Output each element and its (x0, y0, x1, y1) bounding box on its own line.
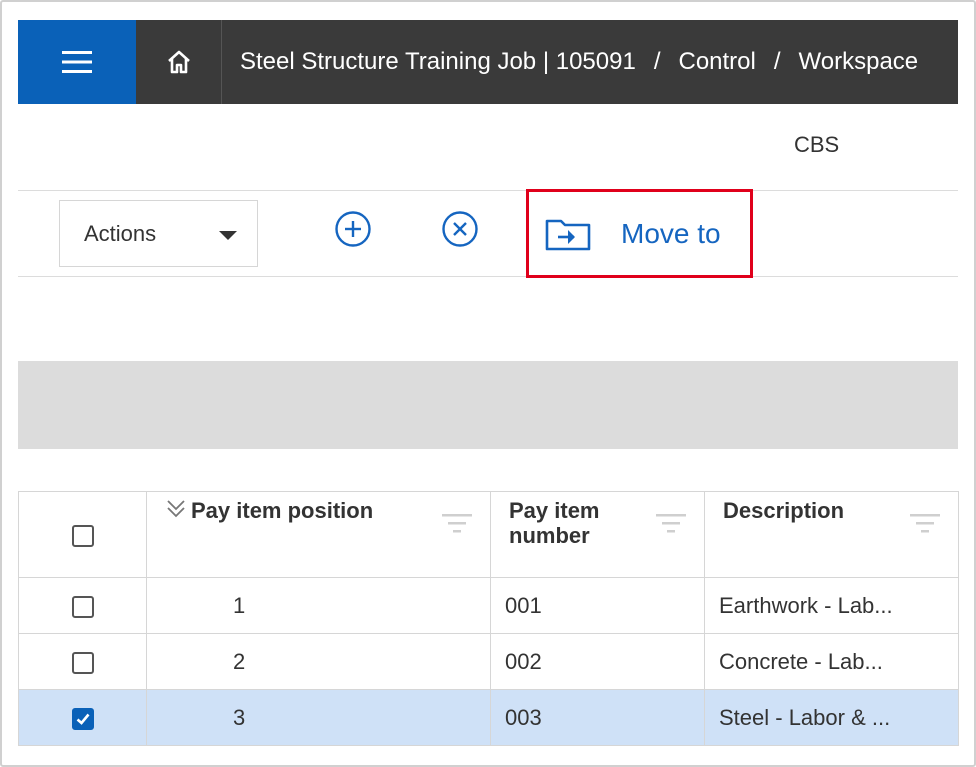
row-checkbox[interactable] (71, 595, 94, 618)
row-select-cell (18, 577, 147, 634)
column-header-description[interactable]: Description (704, 491, 959, 578)
cell-description: Concrete - Lab... (704, 633, 959, 690)
move-to-button[interactable]: Move to (526, 189, 753, 278)
row-checkbox[interactable] (71, 651, 94, 674)
row-checkbox[interactable] (71, 707, 94, 730)
hamburger-menu-icon (62, 51, 92, 73)
caret-down-icon (219, 231, 237, 240)
add-button[interactable] (333, 209, 373, 249)
filter-icon[interactable] (910, 512, 940, 536)
breadcrumb: Steel Structure Training Job | 105091 / Co… (222, 48, 958, 76)
cell-number: 001 (490, 577, 705, 634)
column-header-pay-item-position[interactable]: Pay item position (146, 491, 491, 578)
checkmark-icon (76, 713, 90, 725)
home-icon (167, 50, 190, 74)
column-header-pay-item-number[interactable]: Pay item number (490, 491, 705, 578)
cell-position: 2 (146, 633, 491, 690)
breadcrumb-item-control[interactable]: Control (678, 48, 755, 75)
home-button[interactable] (136, 20, 222, 104)
row-select-cell (18, 689, 147, 746)
folder-move-icon (545, 219, 591, 250)
table-row[interactable]: 2 002 Concrete - Lab... (18, 633, 959, 690)
pay-items-table: Pay item position Pay item number Descri… (18, 491, 959, 746)
filter-icon[interactable] (656, 512, 686, 536)
chevron-double-down-icon[interactable] (165, 498, 187, 520)
cell-position: 1 (146, 577, 491, 634)
column-header-label: Pay item position (191, 498, 374, 523)
table-header-row: Pay item position Pay item number Descri… (18, 491, 959, 578)
cell-description: Steel - Labor & ... (704, 689, 959, 746)
column-header-label: Description (723, 498, 845, 523)
breadcrumb-separator: / (653, 48, 661, 75)
filter-band (18, 361, 958, 449)
actions-dropdown[interactable]: Actions (59, 200, 258, 267)
filter-icon[interactable] (442, 512, 472, 536)
breadcrumb-item-workspace[interactable]: Workspace (799, 48, 919, 75)
remove-button[interactable] (440, 209, 480, 249)
column-header-label: Pay item number (509, 498, 600, 548)
actions-dropdown-label: Actions (84, 220, 157, 246)
cell-number: 002 (490, 633, 705, 690)
select-all-checkbox[interactable] (71, 525, 94, 548)
header-select-cell (18, 491, 147, 578)
breadcrumb-separator: / (773, 48, 781, 75)
row-select-cell (18, 633, 147, 690)
cell-description: Earthwork - Lab... (704, 577, 959, 634)
tab-cbs[interactable]: CBS (794, 132, 839, 158)
top-navigation-bar: Steel Structure Training Job | 105091 / Co… (18, 20, 958, 104)
menu-button[interactable] (18, 20, 136, 104)
x-circle-icon (442, 211, 478, 247)
divider (18, 190, 958, 191)
cell-number: 003 (490, 689, 705, 746)
cell-position: 3 (146, 689, 491, 746)
move-to-label: Move to (621, 217, 721, 249)
divider (18, 276, 958, 277)
breadcrumb-item-job[interactable]: Steel Structure Training Job | 105091 (240, 48, 636, 75)
table-row[interactable]: 3 003 Steel - Labor & ... (18, 689, 959, 746)
table-row[interactable]: 1 001 Earthwork - Lab... (18, 577, 959, 634)
plus-circle-icon (335, 211, 371, 247)
